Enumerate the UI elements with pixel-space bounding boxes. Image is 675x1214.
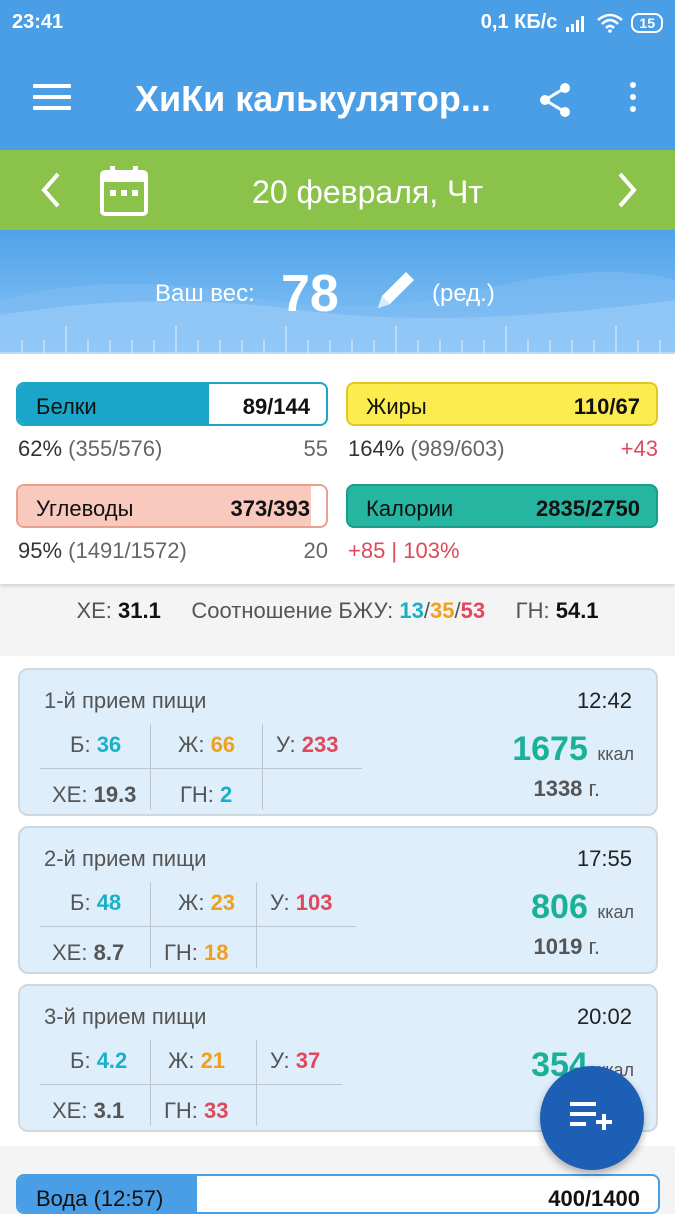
more-options-icon[interactable] xyxy=(626,82,640,118)
meal-xe: ХЕ: 3.1 xyxy=(52,1098,125,1123)
meal-grams: 1338 г. xyxy=(533,776,600,801)
carbs-detail: 95% (1491/1572) 20 xyxy=(18,538,328,564)
divider xyxy=(150,1040,151,1126)
meal-fat: Ж: 23 xyxy=(178,890,236,915)
carbs-diff: 20 xyxy=(303,538,328,563)
water-value: 400/1400 xyxy=(548,1186,640,1211)
carbs-label: Углеводы xyxy=(36,496,134,521)
divider xyxy=(150,724,151,810)
meal-xe: ХЕ: 19.3 xyxy=(52,782,137,807)
menu-icon[interactable] xyxy=(33,84,71,110)
network-speed: 0,1 КБ/с xyxy=(480,11,558,33)
divider xyxy=(40,926,356,927)
gn-total: 54.1 xyxy=(555,598,599,623)
ratio-fat: 35 xyxy=(430,598,455,623)
app-bar: ХиКи калькулятор... xyxy=(0,44,675,150)
app-title: ХиКи калькулятор... xyxy=(135,78,491,119)
meal-gn: ГН: 33 xyxy=(164,1098,229,1123)
meal-gn: ГН: 2 xyxy=(180,782,233,807)
carbs-value: 373/393 xyxy=(230,496,310,521)
meal-kcal: 1675 ккал xyxy=(512,730,634,768)
current-date[interactable]: 20 февраля, Чт xyxy=(0,174,675,211)
protein-box[interactable]: Белки 89/144 xyxy=(16,382,328,426)
xe-label: ХЕ: xyxy=(76,598,112,623)
weight-label: Ваш вес: xyxy=(155,280,255,307)
status-icons: 0,1 КБ/с 15 xyxy=(481,11,663,34)
fat-box[interactable]: Жиры 110/67 xyxy=(346,382,658,426)
water-label: Вода (12:57) xyxy=(36,1186,164,1211)
ratio-carbs: 53 xyxy=(460,598,486,623)
meal-grams: 1019 г. xyxy=(533,934,600,959)
divider xyxy=(256,1040,257,1126)
calories-label: Калории xyxy=(366,496,454,521)
playlist-add-icon xyxy=(570,1102,612,1130)
gn-label: ГН: xyxy=(515,598,550,623)
fat-kcal: (989/603) xyxy=(410,436,505,461)
wifi-icon xyxy=(597,13,624,33)
meal-card[interactable]: 1-й прием пищи 12:42 Б: 36 Ж: 66 У: 233 … xyxy=(18,668,658,816)
protein-value: 89/144 xyxy=(242,394,310,419)
xe-total: 31.1 xyxy=(118,598,161,623)
meal-protein: Б: 48 xyxy=(70,890,122,915)
ratio-label: Соотношение БЖУ: xyxy=(191,598,394,623)
signal-icon xyxy=(566,15,585,32)
meal-title: 1-й прием пищи xyxy=(44,688,207,713)
add-meal-button[interactable] xyxy=(540,1066,644,1170)
protein-percent: 62% xyxy=(18,436,63,461)
meal-time: 17:55 xyxy=(576,846,632,871)
meal-protein: Б: 4.2 xyxy=(70,1048,128,1073)
fat-detail: 164% (989/603) +43 xyxy=(348,436,658,462)
share-icon[interactable] xyxy=(535,80,575,120)
meal-xe: ХЕ: 8.7 xyxy=(52,940,125,965)
divider xyxy=(262,724,263,810)
carbs-box[interactable]: Углеводы 373/393 xyxy=(16,484,328,528)
fat-diff: +43 xyxy=(620,436,658,461)
meal-title: 3-й прием пищи xyxy=(44,1004,207,1029)
fat-label: Жиры xyxy=(366,394,427,419)
calories-box[interactable]: Калории 2835/2750 xyxy=(346,484,658,528)
protein-label: Белки xyxy=(36,394,97,419)
meal-carbs: У: 103 xyxy=(270,890,333,915)
water-box[interactable]: Вода (12:57) 400/1400 xyxy=(16,1174,660,1214)
divider xyxy=(256,882,257,968)
meal-time: 20:02 xyxy=(576,1004,632,1029)
weight-value[interactable]: 78 xyxy=(281,264,339,324)
meal-protein: Б: 36 xyxy=(70,732,122,757)
battery-icon: 15 xyxy=(631,12,663,33)
weight-section: Ваш вес: 78 (ред.) xyxy=(0,230,675,354)
carbs-percent: 95% xyxy=(18,538,63,563)
calories-detail: +85 | 103% xyxy=(348,538,658,564)
protein-detail: 62% (355/576) 55 xyxy=(18,436,328,462)
protein-kcal: (355/576) xyxy=(68,436,163,461)
calories-status: +85 | 103% xyxy=(348,538,460,563)
meal-card[interactable]: 2-й прием пищи 17:55 Б: 48 Ж: 23 У: 103 … xyxy=(18,826,658,974)
protein-diff: 55 xyxy=(303,436,328,461)
fat-percent: 164% xyxy=(348,436,405,461)
meal-title: 2-й прием пищи xyxy=(44,846,207,871)
meal-kcal: 806 ккал xyxy=(531,888,634,926)
nutrition-summary: Белки 89/144 62% (355/576) 55 Жиры 110/6… xyxy=(0,354,675,584)
meal-gn: ГН: 18 xyxy=(164,940,229,965)
status-time: 23:41 xyxy=(12,11,64,33)
divider xyxy=(40,1084,342,1085)
date-bar: 20 февраля, Чт xyxy=(0,150,675,230)
divider xyxy=(150,882,151,968)
meal-fat: Ж: 66 xyxy=(178,732,236,757)
next-day-button[interactable] xyxy=(612,170,642,210)
edit-weight-link[interactable]: (ред.) xyxy=(432,280,495,308)
meal-time: 12:42 xyxy=(576,688,632,713)
pencil-icon[interactable] xyxy=(370,266,420,316)
carbs-kcal: (1491/1572) xyxy=(68,538,187,563)
meal-carbs: У: 233 xyxy=(276,732,339,757)
fat-value: 110/67 xyxy=(573,394,640,419)
status-bar: 23:41 0,1 КБ/с 15 xyxy=(0,0,675,44)
ratio-protein: 13 xyxy=(399,598,424,623)
meal-fat: Ж: 21 xyxy=(168,1048,226,1073)
ratio-line: ХЕ: 31.1 Соотношение БЖУ: 13/35/53 ГН: 5… xyxy=(0,598,675,624)
divider xyxy=(40,768,362,769)
calories-value: 2835/2750 xyxy=(536,496,640,521)
meal-carbs: У: 37 xyxy=(270,1048,321,1073)
